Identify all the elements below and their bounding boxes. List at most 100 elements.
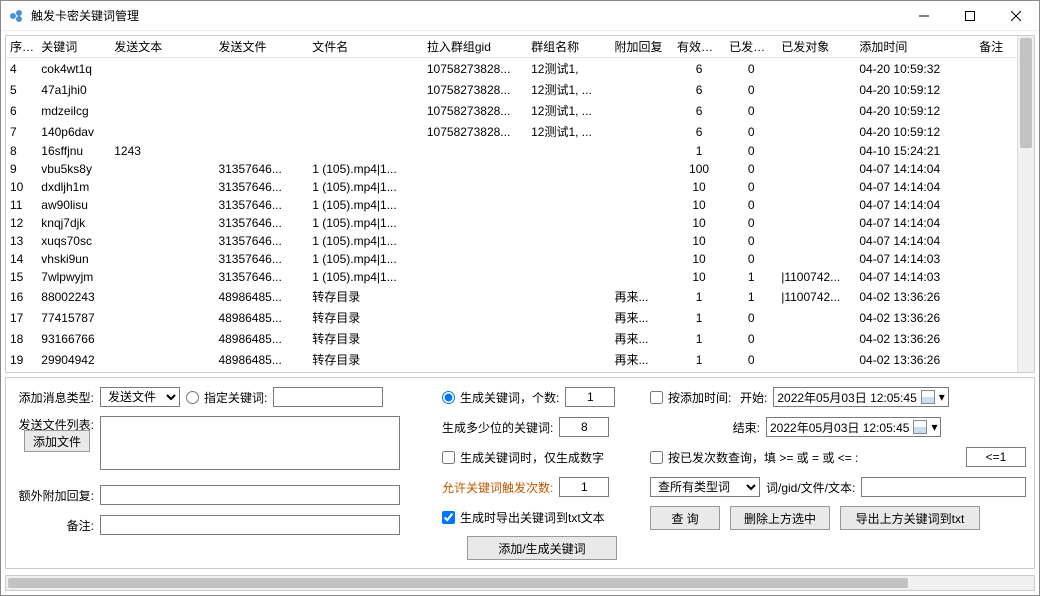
table-cell: 04-20 10:59:12 <box>855 121 975 142</box>
search-key-input[interactable] <box>861 477 1026 497</box>
table-cell: 0 <box>725 307 777 328</box>
column-header[interactable]: 发送文本 <box>110 36 214 58</box>
table-cell <box>777 307 855 328</box>
table-row[interactable]: 12knqj7djk31357646...1 (105).mp4|1...100… <box>6 214 1017 232</box>
column-header[interactable]: 拉入群组gid <box>423 36 527 58</box>
table-row[interactable]: 9vbu5ks8y31357646...1 (105).mp4|1...1000… <box>6 160 1017 178</box>
column-header[interactable]: 群组名称 <box>527 36 610 58</box>
table-row[interactable]: 10dxdljh1m31357646...1 (105).mp4|1...100… <box>6 178 1017 196</box>
table-row[interactable]: 6mdzeilcg10758273828...12测试1, ...6004-20… <box>6 100 1017 121</box>
add-file-button[interactable]: 添加文件 <box>24 430 90 452</box>
sent-count-filter-input[interactable] <box>966 447 1026 467</box>
table-row[interactable]: 816sffjnu12431004-10 15:24:21 <box>6 142 1017 160</box>
table-cell: 再来... <box>610 349 673 370</box>
table-cell: 04-07 14:14:03 <box>855 268 975 286</box>
table-row[interactable]: 4cok4wt1q10758273828...12测试1, 6004-20 10… <box>6 58 1017 80</box>
gen-count-input[interactable] <box>565 387 615 407</box>
table-cell <box>777 142 855 160</box>
add-gen-keyword-button[interactable]: 添加/生成关键词 <box>467 536 617 560</box>
table-cell: 10 <box>673 268 725 286</box>
table-cell: 再来... <box>610 286 673 307</box>
numbers-only-checkbox[interactable]: 生成关键词时，仅生成数字 <box>442 449 604 466</box>
table-row[interactable]: 11aw90lisu31357646...1 (105).mp4|1...100… <box>6 196 1017 214</box>
trigger-count-input[interactable] <box>559 477 609 497</box>
specify-keyword-input[interactable] <box>273 387 383 407</box>
query-type-select[interactable]: 查所有类型词 <box>650 477 760 497</box>
column-header[interactable]: 发送文件 <box>214 36 308 58</box>
table-row[interactable]: 189316676648986485...转存目录再来...1004-02 13… <box>6 328 1017 349</box>
table-cell: 98271512 <box>37 370 110 372</box>
table-cell <box>777 79 855 100</box>
table-cell <box>975 160 1017 178</box>
table-cell: 1 <box>673 370 725 372</box>
trigger-count-label: 允许关键词触发次数: <box>442 479 553 496</box>
table-cell <box>527 349 610 370</box>
table-cell: 再来... <box>610 328 673 349</box>
column-header[interactable]: 关键词 <box>37 36 110 58</box>
column-header[interactable]: 已发对象 <box>777 36 855 58</box>
column-header[interactable]: 附加回复 <box>610 36 673 58</box>
remark-label: 备注: <box>14 517 94 534</box>
table-row[interactable]: 7140p6dav10758273828...12测试1, ...6004-20… <box>6 121 1017 142</box>
table-cell <box>777 178 855 196</box>
table-cell: 140p6dav <box>37 121 110 142</box>
table-row[interactable]: 14vhski9un31357646...1 (105).mp4|1...100… <box>6 250 1017 268</box>
extra-reply-input[interactable] <box>100 485 400 505</box>
specify-keyword-radio[interactable]: 指定关键词: <box>186 389 267 406</box>
column-header[interactable]: 有效次数 <box>673 36 725 58</box>
query-button[interactable]: 查 询 <box>650 506 720 530</box>
table-cell <box>527 232 610 250</box>
table-row[interactable]: 168800224348986485...转存目录再来...11|1100742… <box>6 286 1017 307</box>
table-cell <box>610 214 673 232</box>
table-cell <box>777 250 855 268</box>
gen-digits-input[interactable] <box>559 417 609 437</box>
export-keywords-button[interactable]: 导出上方关键词到txt <box>840 506 980 530</box>
table-vertical-scrollbar[interactable] <box>1017 36 1034 372</box>
start-date-picker[interactable]: 2022年05月03日 12:05:45▾ <box>773 387 948 407</box>
table-cell <box>110 196 214 214</box>
export-txt-checkbox[interactable]: 生成时导出关键词到txt文本 <box>442 509 605 526</box>
column-header[interactable]: 添加时间 <box>855 36 975 58</box>
minimize-button[interactable] <box>901 1 947 31</box>
table-row[interactable]: 177741578748986485...转存目录再来...1004-02 13… <box>6 307 1017 328</box>
table-cell: 1 <box>673 286 725 307</box>
table-row[interactable]: 209827151248986485...转存目录再来...1004-02 13… <box>6 370 1017 372</box>
table-cell: 0 <box>725 121 777 142</box>
table-cell <box>308 79 423 100</box>
table-cell <box>975 142 1017 160</box>
table-cell <box>214 58 308 80</box>
table-row[interactable]: 547a1jhi010758273828...12测试1, ...6004-20… <box>6 79 1017 100</box>
remark-input[interactable] <box>100 515 400 535</box>
table-row[interactable]: 13xuqs70sc31357646...1 (105).mp4|1...100… <box>6 232 1017 250</box>
delete-selected-button[interactable]: 删除上方选中 <box>730 506 830 530</box>
table-cell: 10758273828... <box>423 100 527 121</box>
table-row[interactable]: 192990494248986485...转存目录再来...1004-02 13… <box>6 349 1017 370</box>
table-cell: 77415787 <box>37 307 110 328</box>
file-list-textarea[interactable] <box>100 416 400 470</box>
dropdown-icon: ▾ <box>931 420 937 434</box>
msg-type-select[interactable]: 发送文件 <box>100 387 180 407</box>
column-header[interactable]: 已发次数 <box>725 36 777 58</box>
table-cell <box>975 58 1017 80</box>
end-date-picker[interactable]: 2022年05月03日 12:05:45▾ <box>766 417 941 437</box>
close-button[interactable] <box>993 1 1039 31</box>
column-header[interactable]: 备注 <box>975 36 1017 58</box>
app-icon <box>9 8 25 24</box>
by-sent-count-checkbox[interactable]: 按已发次数查询，填 >= 或 = 或 <= : <box>650 449 858 466</box>
app-window: 触发卡密关键词管理 序号关键词发送文本发送文件文件名拉入群组gid群组名称附加回… <box>0 0 1040 596</box>
table-cell <box>777 196 855 214</box>
maximize-button[interactable] <box>947 1 993 31</box>
by-add-time-checkbox[interactable]: 按添加时间: <box>650 389 731 406</box>
gen-keyword-radio[interactable]: 生成关键词，个数: <box>442 389 559 406</box>
column-header[interactable]: 文件名 <box>308 36 423 58</box>
table-row[interactable]: 157wlpwyjm31357646...1 (105).mp4|1...101… <box>6 268 1017 286</box>
table-cell: 31357646... <box>214 268 308 286</box>
table-cell: 12测试1, <box>527 58 610 80</box>
column-header[interactable]: 序号 <box>6 36 37 58</box>
table-cell <box>975 370 1017 372</box>
table-cell: 0 <box>725 232 777 250</box>
table-cell: knqj7djk <box>37 214 110 232</box>
horizontal-scrollbar[interactable] <box>5 575 1035 591</box>
table-cell: 04-07 14:14:04 <box>855 160 975 178</box>
table-cell: 0 <box>725 100 777 121</box>
